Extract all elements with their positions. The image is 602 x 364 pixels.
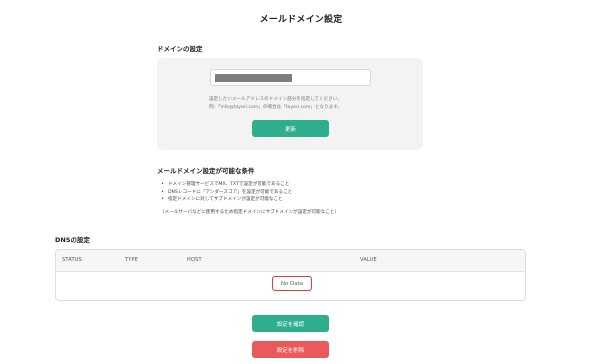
conditions-list: • ドメイン管理サービスでMX、TXTで設定が可能であること • DNSレコードに「… xyxy=(160,181,292,204)
column-header-value: VALUE xyxy=(360,257,377,263)
page-title: メールドメイン設定 xyxy=(259,15,343,25)
domain-hint: 設定したいメールアドレスのドメイン部分を指定してください。 例：「info@ta… xyxy=(209,96,419,112)
domain-settings-heading: ドメインの設定 xyxy=(157,45,203,53)
dns-table-header: STATUS TYPE HOST VALUE xyxy=(56,250,525,272)
bullet-icon: • xyxy=(161,196,164,203)
column-header-status: STATUS xyxy=(62,257,82,263)
dns-table: STATUS TYPE HOST VALUE No Data xyxy=(55,249,526,301)
condition-item: • DNSレコードに「アンダースコア」を設定が可能であること xyxy=(161,188,293,195)
update-button[interactable]: 更新 xyxy=(252,120,329,137)
no-data-message: No Data xyxy=(272,276,312,291)
domain-input[interactable] xyxy=(210,69,371,86)
conditions-heading: メールドメイン設定が可能な条件 xyxy=(157,167,255,175)
redacted-domain-value xyxy=(215,74,292,82)
column-header-type: TYPE xyxy=(125,257,139,263)
dns-heading: DNSの設定 xyxy=(55,236,91,244)
hint-line: 設定したいメールアドレスのドメイン部分を指定してください。 xyxy=(209,97,342,102)
confirm-settings-button[interactable]: 設定を確認 xyxy=(252,315,329,332)
bullet-icon: • xyxy=(161,181,164,187)
condition-item: • 指定ドメインに対してサブドメインが設定が可能なこと xyxy=(161,196,283,203)
conditions-note: （メールサーバなどに使用するため指定ドメインにサブドメインが設定が可能なこと） xyxy=(160,210,340,215)
bullet-icon: • xyxy=(161,188,164,195)
delete-settings-button[interactable]: 設定を削除 xyxy=(252,341,329,358)
hint-line: 例：「info@tayori.com」の場合は「tayori.com」となります… xyxy=(209,105,342,110)
column-header-host: HOST xyxy=(187,257,202,263)
condition-item: • ドメイン管理サービスでMX、TXTで設定が可能であること xyxy=(161,181,290,187)
